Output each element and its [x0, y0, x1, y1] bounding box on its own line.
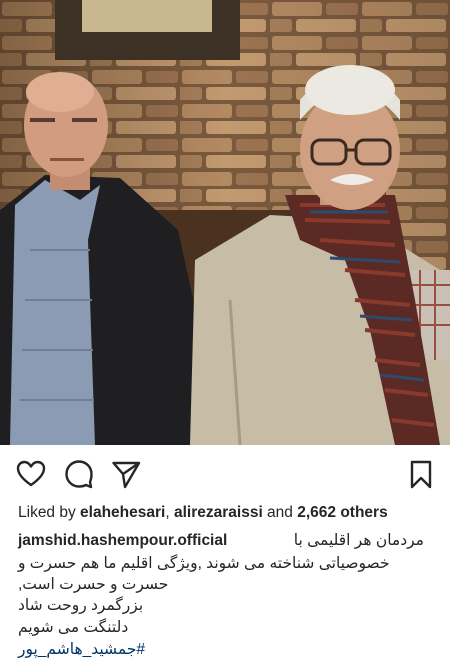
paper-plane-icon[interactable]: [111, 459, 141, 489]
caption-hashtag[interactable]: #جمشید_هاشم_پور: [18, 640, 145, 660]
post-photo[interactable]: [0, 0, 450, 445]
heart-icon[interactable]: [16, 459, 46, 489]
comment-icon[interactable]: [64, 459, 94, 489]
post-photo-illustration: [0, 0, 450, 445]
caption-line-5: دلتنگت می شویم: [18, 619, 129, 636]
likes-prefix: Liked by: [18, 504, 81, 521]
caption-line-1: مردمان هر اقلیمی با: [293, 532, 424, 549]
action-bar: [0, 455, 450, 491]
caption-line-4: بزرگمرد روحت شاد: [18, 597, 144, 614]
caption-line-2: خصوصیاتی شناخته می شوند ,ویژگی اقلیم ما …: [18, 555, 390, 572]
bookmark-icon[interactable]: [406, 459, 436, 489]
caption-line-3: حسرت و حسرت است,: [18, 576, 169, 593]
likes-others-link[interactable]: 2,662 others: [297, 504, 387, 521]
caption-username[interactable]: jamshid.hashempour.official: [18, 531, 227, 551]
likes-separator: ,: [165, 504, 174, 521]
liker-link-2[interactable]: alirezaraissi: [174, 504, 263, 521]
caption-header: jamshid.hashempour.official مردمان هر اق…: [18, 531, 438, 553]
instagram-post: Liked by elahehesari, alirezaraissi and …: [0, 0, 450, 661]
liker-link-1[interactable]: elahehesari: [80, 504, 165, 521]
likes-summary: Liked by elahehesari, alirezaraissi and …: [18, 503, 438, 523]
likes-and: and: [262, 504, 298, 521]
